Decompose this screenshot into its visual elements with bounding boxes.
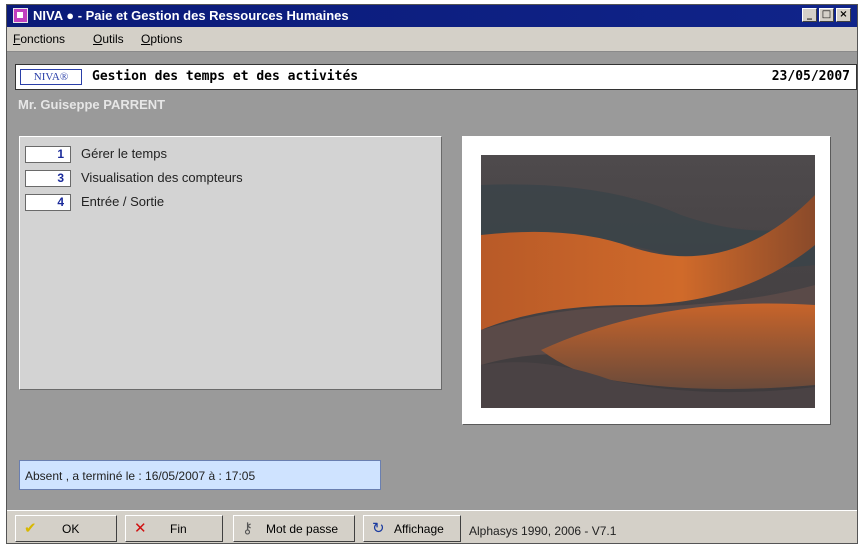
- main-window: NIVA ● - Paie et Gestion des Ressources …: [6, 4, 858, 544]
- option-key[interactable]: 1: [25, 146, 71, 163]
- option-label[interactable]: Gérer le temps: [81, 146, 167, 161]
- window-controls: _ □ ×: [802, 8, 851, 22]
- key-person-icon: ⚷: [242, 519, 253, 537]
- display-arrow-icon: ↻: [372, 519, 385, 537]
- status-text: Absent , a terminé le : 16/05/2007 à : 1…: [25, 469, 256, 483]
- maximize-button[interactable]: □: [819, 8, 834, 22]
- close-button[interactable]: ×: [836, 8, 851, 22]
- menu-bar: Fonctions Outils Options: [7, 27, 857, 52]
- title-bar[interactable]: NIVA ● - Paie et Gestion des Ressources …: [7, 5, 857, 27]
- close-x-icon: ✕: [134, 519, 147, 537]
- menu-outils[interactable]: Outils: [93, 32, 124, 46]
- menu-options[interactable]: Options: [141, 32, 182, 46]
- dunes-illustration: [481, 155, 815, 408]
- fin-label: Fin: [170, 522, 187, 536]
- app-icon: [13, 8, 28, 23]
- user-name: Mr. Guiseppe PARRENT: [18, 97, 166, 112]
- fin-button[interactable]: ✕ Fin: [125, 515, 223, 542]
- check-icon: ✔: [24, 519, 37, 537]
- option-label[interactable]: Entrée / Sortie: [81, 194, 164, 209]
- password-label: Mot de passe: [266, 522, 339, 536]
- bottom-toolbar: ✔ OK ✕ Fin ⚷ Mot de passe ↻ Affichage Al…: [7, 510, 857, 543]
- module-header: NIVA® Gestion des temps et des activités…: [15, 64, 857, 90]
- display-button[interactable]: ↻ Affichage: [363, 515, 461, 542]
- display-label: Affichage: [394, 522, 444, 536]
- niva-logo: NIVA®: [20, 69, 82, 85]
- minimize-button[interactable]: _: [802, 8, 817, 22]
- ok-button[interactable]: ✔ OK: [15, 515, 117, 542]
- desert-dunes-photo: [481, 155, 815, 408]
- module-date: 23/05/2007: [771, 69, 850, 84]
- options-panel: 1 Gérer le temps 3 Visualisation des com…: [19, 136, 442, 390]
- option-label[interactable]: Visualisation des compteurs: [81, 170, 243, 185]
- menu-fonctions[interactable]: Fonctions: [13, 32, 65, 46]
- window-title: NIVA ● - Paie et Gestion des Ressources …: [33, 8, 349, 23]
- password-button[interactable]: ⚷ Mot de passe: [233, 515, 355, 542]
- photo-frame: [462, 136, 831, 425]
- presence-status: Absent , a terminé le : 16/05/2007 à : 1…: [19, 460, 381, 490]
- version-info: Alphasys 1990, 2006 - V7.1: [469, 524, 617, 538]
- module-title: Gestion des temps et des activités: [92, 69, 359, 84]
- option-key[interactable]: 4: [25, 194, 71, 211]
- option-key[interactable]: 3: [25, 170, 71, 187]
- ok-label: OK: [62, 522, 80, 536]
